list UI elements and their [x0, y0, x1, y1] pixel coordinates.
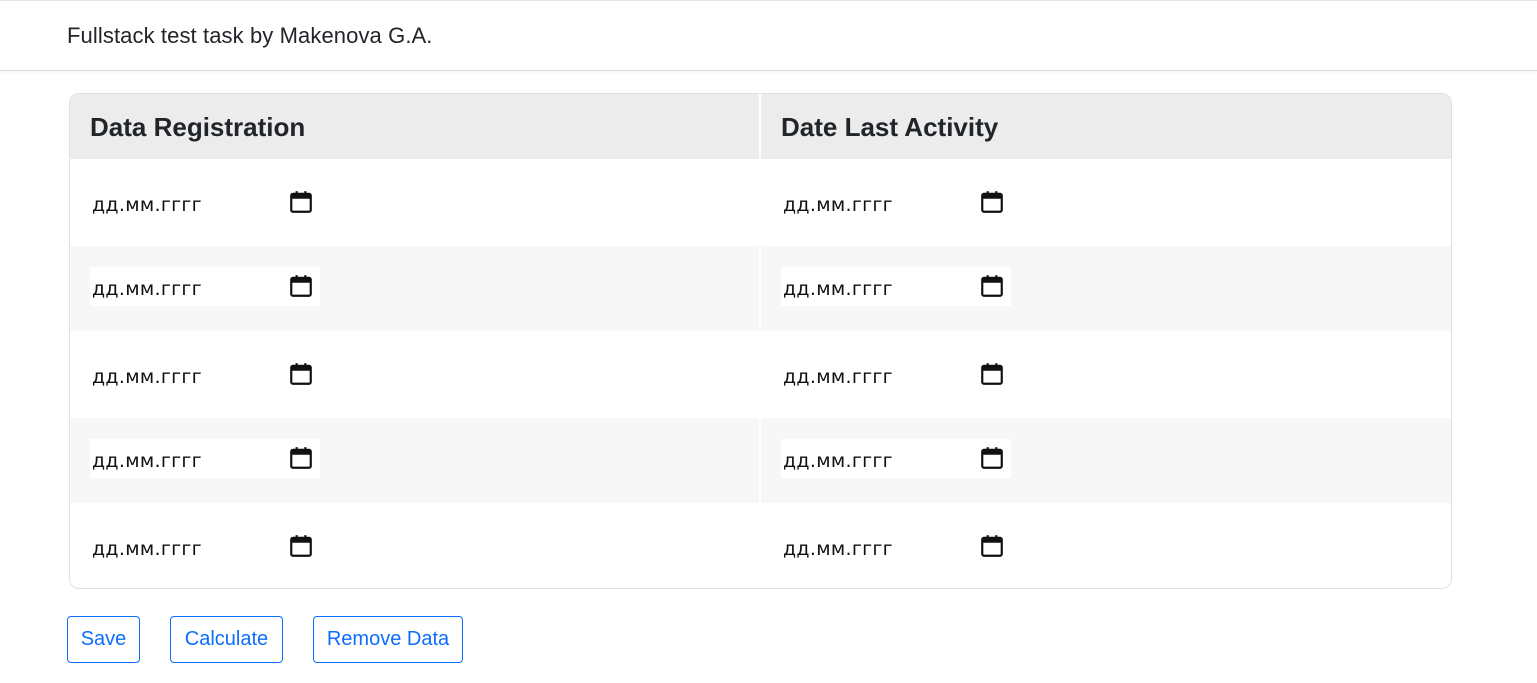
registration-date-input[interactable]: дд.мм.гггг	[90, 439, 320, 478]
date-placeholder: дд.мм.гггг	[783, 278, 893, 300]
table-row: дд.мм.гггг дд.мм.гггг	[70, 418, 1451, 503]
calendar-icon[interactable]	[288, 189, 314, 215]
table-row: дд.мм.гггг дд.мм.гггг	[70, 246, 1451, 331]
calendar-icon[interactable]	[288, 445, 314, 471]
calendar-icon[interactable]	[288, 361, 314, 387]
table-row: дд.мм.гггг дд.мм.гггг	[70, 503, 1451, 588]
registration-date-input[interactable]: дд.мм.гггг	[90, 355, 320, 394]
table-row: дд.мм.гггг дд.мм.гггг	[70, 331, 1451, 418]
navbar-brand[interactable]: Fullstack test task by Makenova G.A.	[67, 23, 433, 49]
last-activity-date-input[interactable]: дд.мм.гггг	[781, 439, 1011, 478]
column-header-last-activity: Date Last Activity	[761, 94, 1451, 159]
date-placeholder: дд.мм.гггг	[92, 366, 202, 388]
date-placeholder: дд.мм.гггг	[92, 278, 202, 300]
column-header-registration-label: Data Registration	[90, 112, 306, 142]
last-activity-date-input[interactable]: дд.мм.гггг	[781, 527, 1011, 566]
registration-date-input[interactable]: дд.мм.гггг	[90, 183, 320, 222]
date-placeholder: дд.мм.гггг	[92, 538, 202, 560]
column-header-registration: Data Registration	[70, 94, 759, 159]
date-placeholder: дд.мм.гггг	[783, 366, 893, 388]
dates-table: Data Registration Date Last Activity дд.…	[69, 93, 1452, 589]
calendar-icon[interactable]	[979, 533, 1005, 559]
calendar-icon[interactable]	[979, 273, 1005, 299]
navbar: Fullstack test task by Makenova G.A.	[0, 0, 1537, 71]
calendar-icon[interactable]	[979, 445, 1005, 471]
date-placeholder: дд.мм.гггг	[783, 194, 893, 216]
registration-date-input[interactable]: дд.мм.гггг	[90, 527, 320, 566]
registration-date-input[interactable]: дд.мм.гггг	[90, 267, 320, 306]
date-placeholder: дд.мм.гггг	[92, 450, 202, 472]
calculate-button[interactable]: Calculate	[170, 616, 283, 663]
calendar-icon[interactable]	[288, 273, 314, 299]
date-placeholder: дд.мм.гггг	[783, 538, 893, 560]
remove-data-button[interactable]: Remove Data	[313, 616, 463, 663]
column-divider	[759, 159, 761, 588]
date-placeholder: дд.мм.гггг	[92, 194, 202, 216]
calendar-icon[interactable]	[979, 189, 1005, 215]
column-header-last-activity-label: Date Last Activity	[781, 112, 999, 142]
save-button[interactable]: Save	[67, 616, 140, 663]
last-activity-date-input[interactable]: дд.мм.гггг	[781, 183, 1011, 222]
table-row: дд.мм.гггг дд.мм.гггг	[70, 159, 1451, 246]
calendar-icon[interactable]	[288, 533, 314, 559]
last-activity-date-input[interactable]: дд.мм.гггг	[781, 355, 1011, 394]
last-activity-date-input[interactable]: дд.мм.гггг	[781, 267, 1011, 306]
calendar-icon[interactable]	[979, 361, 1005, 387]
date-placeholder: дд.мм.гггг	[783, 450, 893, 472]
